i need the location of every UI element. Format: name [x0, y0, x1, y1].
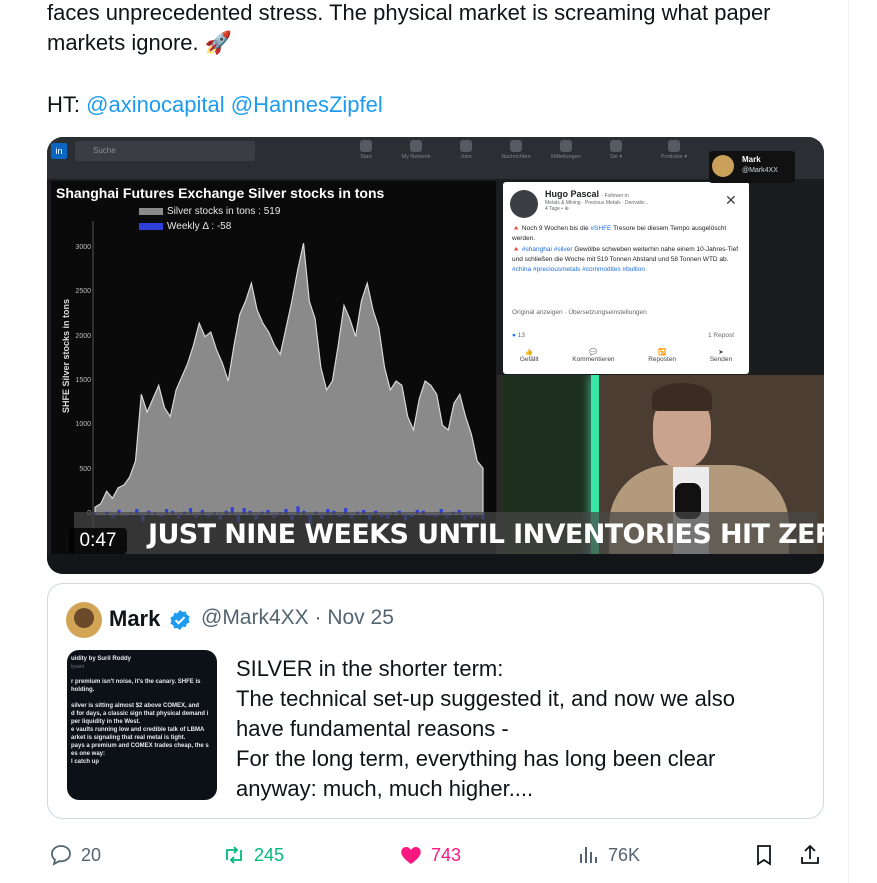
- legend-swatch: [139, 207, 163, 215]
- quoted-text: SILVER in the shorter term: The technica…: [236, 656, 735, 801]
- profile-icon: [610, 140, 622, 152]
- video-bottom-strip: [47, 554, 824, 574]
- video-nav-item: Start: [343, 140, 389, 160]
- retweet-button[interactable]: 245: [222, 838, 284, 872]
- avatar[interactable]: [66, 602, 102, 638]
- bookmark-button[interactable]: [752, 838, 784, 872]
- like-button[interactable]: 743: [399, 838, 461, 872]
- post-actions: 👍 Gefällt 💬 Kommentieren 🔁 Reposten ➤ Senden: [503, 348, 749, 363]
- y-tick-label: 500: [79, 465, 91, 473]
- social-post-card: Hugo Pascal · Follower:in Metals & Minin…: [503, 182, 749, 374]
- messages-icon: [510, 140, 522, 152]
- mention-link[interactable]: @axinocapital: [86, 92, 225, 117]
- globe-icon: ⊕: [564, 206, 569, 212]
- reply-count: 20: [81, 844, 102, 865]
- share-button[interactable]: [798, 838, 830, 872]
- reaction-count: ● 13: [512, 332, 525, 339]
- post-author: Hugo Pascal · Follower:in: [545, 189, 629, 199]
- views-icon: [580, 847, 597, 863]
- video-nav-item: Produkte ▾: [651, 140, 697, 160]
- video-player[interactable]: in Suche Start My Network Jobs Nachricht…: [47, 137, 824, 574]
- retweet-count: 245: [254, 844, 285, 865]
- video-nav-item: My Network: [393, 140, 439, 160]
- y-tick-label: 2500: [75, 288, 91, 296]
- video-search-box: Suche: [75, 141, 255, 161]
- quoted-handle-date: @Mark4XX · Nov 25: [201, 606, 394, 629]
- repost-count: 1 Repost: [708, 332, 735, 339]
- presenter-hair: [652, 383, 712, 411]
- badge-name: Mark: [742, 155, 761, 164]
- y-tick-label: 1000: [75, 421, 91, 429]
- tweet-action-bar: 20 245 743 76K: [0, 838, 877, 872]
- video-linkedin-topbar: in Suche Start My Network Jobs Nachricht…: [47, 137, 824, 179]
- thumb-subtitle: lysant: [71, 664, 85, 670]
- linkedin-logo-icon: in: [51, 143, 67, 159]
- thumb-text: r premium isn't noise, it's the canary. …: [71, 679, 209, 765]
- quoted-author-name[interactable]: Mark: [109, 606, 160, 632]
- home-icon: [360, 140, 372, 152]
- post-action-repost: 🔁 Reposten: [648, 349, 677, 363]
- chart-title: Shanghai Futures Exchange Silver stocks …: [56, 185, 385, 201]
- grid-icon: [668, 140, 680, 152]
- bookmark-icon: [757, 845, 771, 866]
- mention-link[interactable]: @HannesZipfel: [231, 92, 383, 117]
- verified-badge-icon: [170, 610, 190, 630]
- video-subtitle: JUST NINE WEEKS UNTIL INVENTORIES HIT ZE…: [148, 519, 824, 550]
- quoted-tweet[interactable]: Mark @Mark4XX · Nov 25 uidity by Suril R…: [47, 583, 824, 819]
- post-action-comment: 💬 Kommentieren: [572, 349, 615, 363]
- thumb-title: uidity by Suril Roddy: [71, 656, 132, 662]
- video-nav-item: Sie ▾: [593, 140, 639, 160]
- reply-icon: [51, 845, 71, 866]
- tweet-text-line: faces unprecedented stress. The physical…: [47, 0, 771, 25]
- jobs-icon: [460, 140, 472, 152]
- hat-tip-line: HT: @axinocapital @HannesZipfel: [47, 90, 383, 120]
- retweet-icon: [226, 846, 242, 864]
- video-nav-item: Mitteilungen: [543, 140, 589, 160]
- network-icon: [410, 140, 422, 152]
- y-axis-label: SHFE Silver stocks in tons: [61, 298, 72, 414]
- share-icon: [801, 844, 819, 864]
- legend-item-weekly: Weekly Δ : -58: [139, 221, 231, 232]
- avatar: [712, 155, 734, 177]
- silver-stocks-area: [94, 243, 484, 515]
- video-user-badge: Mark @Mark4XX: [709, 151, 795, 183]
- reply-button[interactable]: 20: [49, 838, 101, 872]
- video-nav-item: Jobs: [443, 140, 489, 160]
- legend-item-stocks: Silver stocks in tons : 519: [139, 206, 280, 217]
- views-count: 76K: [608, 844, 641, 865]
- y-tick-label: 1500: [75, 377, 91, 384]
- like-count: 743: [431, 844, 462, 865]
- post-meta: Metals & Mining · Precious Metals · Deri…: [545, 200, 649, 212]
- ht-prefix: HT:: [47, 92, 87, 117]
- post-action-send: ➤ Senden: [709, 349, 733, 363]
- post-body: 🔺 Noch 9 Wochen bis die #SHFE Tresore be…: [512, 225, 739, 274]
- y-tick-label: 3000: [75, 243, 91, 251]
- heart-icon: [401, 847, 421, 864]
- y-tick-label: 2000: [75, 332, 91, 340]
- video-nav-item: Nachrichten: [493, 140, 539, 160]
- badge-handle: @Mark4XX: [742, 167, 778, 174]
- reaction-icon: ●: [512, 332, 516, 339]
- tweet-text-line: markets ignore. 🚀: [47, 30, 233, 55]
- post-action-like: 👍 Gefällt: [519, 349, 539, 363]
- views-button[interactable]: 76K: [576, 838, 640, 872]
- tweet-text: faces unprecedented stress. The physical…: [47, 0, 837, 58]
- column-divider: [848, 0, 849, 883]
- video-timestamp: 0:47: [69, 528, 127, 554]
- avatar: [510, 190, 538, 218]
- legend-swatch: [139, 222, 163, 230]
- quoted-image[interactable]: uidity by Suril Roddy lysant r premium i…: [67, 650, 217, 800]
- bell-icon: [560, 140, 572, 152]
- close-icon: ✕: [725, 192, 737, 208]
- post-links: Original anzeigen · Übersetzungseinstell…: [512, 309, 647, 316]
